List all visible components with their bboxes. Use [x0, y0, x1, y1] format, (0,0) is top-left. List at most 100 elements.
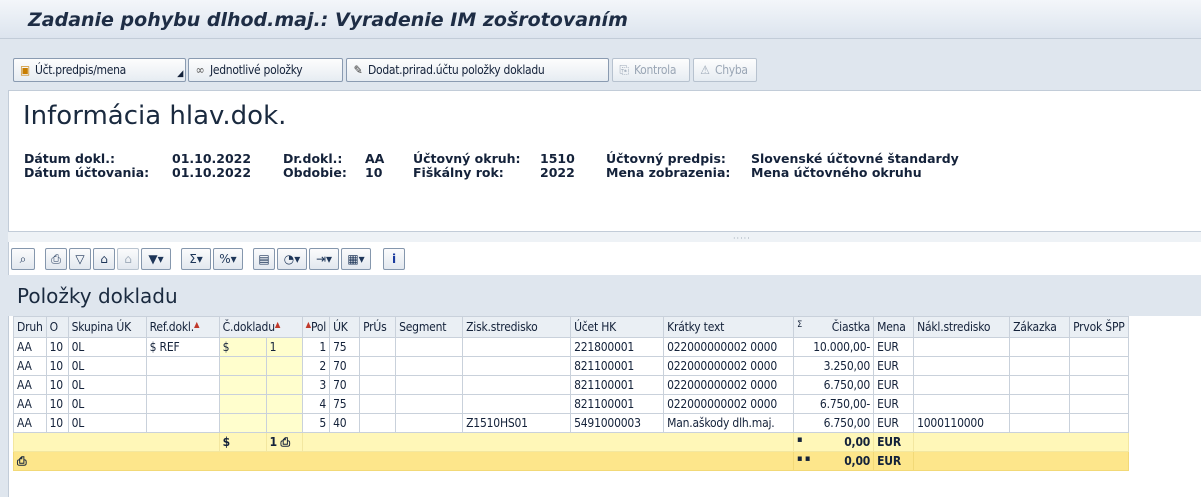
cell-amount[interactable]: 6.750,00	[793, 413, 875, 433]
col-header-type[interactable]: Druh	[13, 316, 47, 338]
cell-gl-account[interactable]: 221800001	[570, 337, 665, 357]
cell-ref-doc[interactable]	[145, 413, 220, 433]
cell-uk[interactable]: 75	[329, 394, 361, 414]
cell-ref-doc[interactable]: $ REF	[145, 337, 220, 357]
cell-gl-account[interactable]: 5491000003	[570, 413, 665, 433]
cell-currency[interactable]: EUR	[873, 413, 915, 433]
cell-doc-number[interactable]	[265, 356, 303, 376]
filter-funnel-icon[interactable]: ▽	[69, 248, 91, 270]
table-row[interactable]: AA 10 0L 2 70 821100001 022000000002 000…	[13, 356, 1129, 376]
table-row[interactable]: AA 10 0L 3 70 821100001 022000000002 000…	[13, 375, 1129, 395]
print-subtotal-icon[interactable]: ⎙	[281, 435, 291, 449]
col-header-order[interactable]: Zákazka	[1009, 316, 1071, 338]
cell-doc-number[interactable]: 1	[265, 337, 303, 357]
cell-type[interactable]: AA	[13, 356, 47, 376]
cell-o[interactable]: 10	[45, 375, 69, 395]
cell-cost-center[interactable]: 1000110000	[913, 413, 1011, 433]
cell-short-text[interactable]: 022000000002 0000	[663, 375, 795, 395]
cell-wbs[interactable]	[1069, 413, 1129, 433]
col-header-uk[interactable]: ÚK	[329, 316, 361, 338]
table-row[interactable]: AA 10 0L 5 40 Z1510HS01 5491000003 Man.a…	[13, 413, 1129, 433]
cell-profit-center[interactable]	[462, 375, 572, 395]
col-header-amount[interactable]: Σ Čiastka	[793, 316, 875, 338]
cell-wbs[interactable]	[1069, 394, 1129, 414]
col-header-wbs[interactable]: Prvok ŠPP	[1069, 316, 1129, 338]
cell-o[interactable]: 10	[45, 394, 69, 414]
dropdown-arrow-icon[interactable]: ◢	[177, 69, 183, 79]
cell-doc-prefix[interactable]	[218, 375, 267, 395]
cell-wbs[interactable]	[1069, 356, 1129, 376]
cell-currency[interactable]: EUR	[873, 394, 915, 414]
sum-icon[interactable]: Σ▾	[181, 248, 211, 270]
cell-cost-center[interactable]	[913, 394, 1011, 414]
cell-prus[interactable]	[359, 394, 397, 414]
cell-cost-center[interactable]	[913, 375, 1011, 395]
cell-currency[interactable]: EUR	[873, 375, 915, 395]
cell-item[interactable]: 3	[301, 375, 331, 395]
cell-order[interactable]	[1009, 413, 1071, 433]
cell-segment[interactable]	[395, 356, 464, 376]
cell-account-group[interactable]: 0L	[67, 375, 147, 395]
col-header-gl-account[interactable]: Účet HK	[570, 316, 665, 338]
cell-uk[interactable]: 40	[329, 413, 361, 433]
cell-short-text[interactable]: 022000000002 0000	[663, 356, 795, 376]
cell-o[interactable]: 10	[45, 356, 69, 376]
cell-cost-center[interactable]	[913, 337, 1011, 357]
subtotal-icon[interactable]: %▾	[213, 248, 243, 270]
cell-type[interactable]: AA	[13, 337, 47, 357]
cell-item[interactable]: 5	[301, 413, 331, 433]
cell-order[interactable]	[1009, 375, 1071, 395]
cell-prus[interactable]	[359, 375, 397, 395]
cell-short-text[interactable]: Man.aškody dlh.maj.	[663, 413, 795, 433]
col-header-short-text[interactable]: Krátky text	[663, 316, 795, 338]
cell-account-group[interactable]: 0L	[67, 337, 147, 357]
info-icon[interactable]: i	[383, 248, 405, 270]
cell-type[interactable]: AA	[13, 394, 47, 414]
cell-gl-account[interactable]: 821100001	[570, 356, 665, 376]
cell-o[interactable]: 10	[45, 413, 69, 433]
cell-wbs[interactable]	[1069, 375, 1129, 395]
cell-ref-doc[interactable]	[145, 375, 220, 395]
cell-amount[interactable]: 6.750,00	[793, 375, 875, 395]
splitter[interactable]: ·····	[8, 231, 1201, 243]
col-header-profit-center[interactable]: Zisk.stredisko	[462, 316, 572, 338]
col-header-item[interactable]: ▲Pol	[301, 316, 331, 338]
find-next-icon[interactable]: ⌂	[117, 248, 139, 270]
table-row[interactable]: AA 10 0L 4 75 821100001 022000000002 000…	[13, 394, 1129, 414]
cell-item[interactable]: 4	[301, 394, 331, 414]
col-header-currency[interactable]: Mena	[873, 316, 915, 338]
cell-gl-account[interactable]: 821100001	[570, 394, 665, 414]
cell-currency[interactable]: EUR	[873, 356, 915, 376]
cell-doc-number[interactable]	[265, 413, 303, 433]
cell-doc-prefix[interactable]	[218, 394, 267, 414]
views-icon[interactable]: ◔▾	[277, 248, 307, 270]
col-header-doc-number[interactable]: Č.dokladu▲	[218, 316, 303, 338]
cell-profit-center[interactable]: Z1510HS01	[462, 413, 572, 433]
cell-amount[interactable]: 6.750,00-	[793, 394, 875, 414]
cell-o[interactable]: 10	[45, 337, 69, 357]
cell-uk[interactable]: 75	[329, 337, 361, 357]
cell-type[interactable]: AA	[13, 413, 47, 433]
cell-prus[interactable]	[359, 413, 397, 433]
layout-icon[interactable]: ▦▾	[341, 248, 371, 270]
cell-prus[interactable]	[359, 356, 397, 376]
cell-uk[interactable]: 70	[329, 375, 361, 395]
cell-doc-number[interactable]	[265, 394, 303, 414]
print-icon[interactable]: ⎙	[45, 248, 67, 270]
cell-short-text[interactable]: 022000000002 0000	[663, 394, 795, 414]
cell-cost-center[interactable]	[913, 356, 1011, 376]
cell-order[interactable]	[1009, 356, 1071, 376]
cell-doc-prefix[interactable]	[218, 413, 267, 433]
cell-doc-number[interactable]	[265, 375, 303, 395]
cell-amount[interactable]: 10.000,00-	[793, 337, 875, 357]
cell-gl-account[interactable]: 821100001	[570, 375, 665, 395]
cell-profit-center[interactable]	[462, 356, 572, 376]
col-header-segment[interactable]: Segment	[395, 316, 464, 338]
error-button[interactable]: ⚠ Chyba	[693, 58, 757, 82]
col-header-account-group[interactable]: Skupina ÚK	[67, 316, 147, 338]
cell-amount[interactable]: 3.250,00	[793, 356, 875, 376]
additional-account-assignment-button[interactable]: ✎ Dodat.prirad.účtu položky dokladu	[346, 58, 609, 82]
cell-currency[interactable]: EUR	[873, 337, 915, 357]
individual-items-button[interactable]: ∞ Jednotlivé položky	[188, 58, 343, 82]
set-filter-icon[interactable]: ▼▾	[141, 248, 171, 270]
